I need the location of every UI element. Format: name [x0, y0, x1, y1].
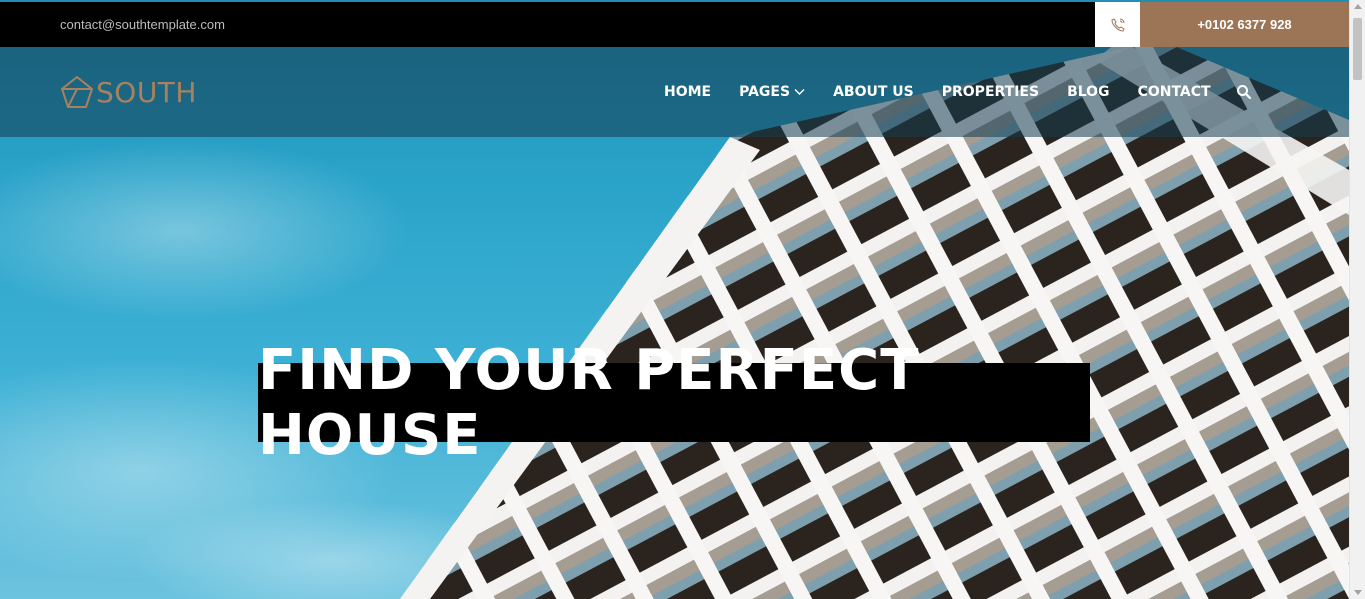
scrollbar-thumb[interactable]	[1353, 18, 1362, 80]
nav-item-label: ABOUT US	[833, 84, 914, 100]
hero-headline: FIND YOUR PERFECT HOUSE	[258, 338, 1090, 468]
contact-email[interactable]: contact@southtemplate.com	[60, 2, 225, 47]
main-navbar: SOUTH HOME PAGES ABOUT US PROPERTIES BLO…	[0, 47, 1349, 137]
nav-item-blog[interactable]: BLOG	[1067, 47, 1110, 137]
house-outline-icon	[60, 75, 94, 108]
nav-item-about-us[interactable]: ABOUT US	[833, 47, 914, 137]
nav-item-label: PROPERTIES	[941, 84, 1040, 100]
primary-nav: HOME PAGES ABOUT US PROPERTIES BLOG CONT…	[664, 47, 1239, 137]
phone-icon	[1095, 2, 1140, 47]
nav-item-label: PAGES	[739, 84, 791, 100]
chevron-down-icon	[794, 84, 805, 100]
top-bar: contact@southtemplate.com +0102 6377 928	[0, 2, 1349, 47]
search-icon[interactable]	[1236, 84, 1252, 100]
nav-item-properties[interactable]: PROPERTIES	[942, 47, 1039, 137]
nav-item-label: CONTACT	[1137, 84, 1211, 100]
nav-item-label: HOME	[664, 84, 712, 100]
brand-name: SOUTH	[96, 75, 197, 109]
page-scrollbar[interactable]	[1349, 0, 1365, 599]
nav-item-pages[interactable]: PAGES	[739, 47, 805, 137]
phone-number[interactable]: +0102 6377 928	[1140, 2, 1349, 47]
nav-item-contact[interactable]: CONTACT	[1138, 47, 1211, 137]
scroll-up-arrow-icon[interactable]	[1354, 4, 1362, 9]
hero-headline-text: FIND YOUR PERFECT HOUSE	[258, 337, 920, 468]
scroll-down-arrow-icon[interactable]	[1354, 590, 1362, 595]
page: contact@southtemplate.com +0102 6377 928…	[0, 0, 1349, 599]
nav-item-home[interactable]: HOME	[664, 47, 711, 137]
nav-item-label: BLOG	[1067, 84, 1110, 100]
brand-logo[interactable]: SOUTH	[60, 75, 197, 109]
